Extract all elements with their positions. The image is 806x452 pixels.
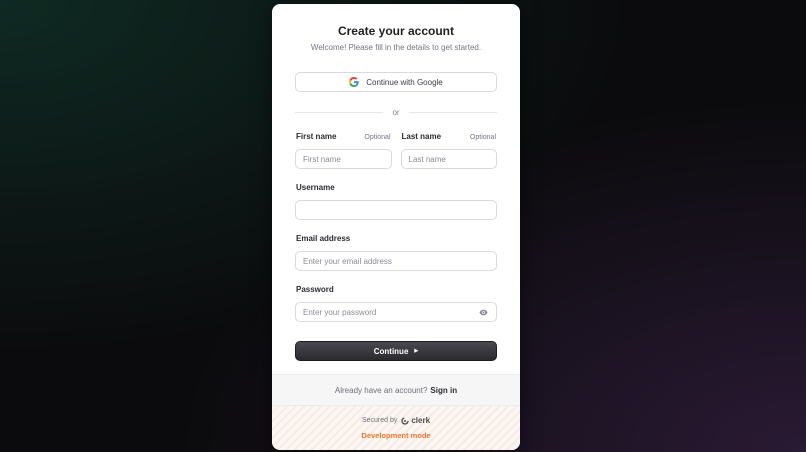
password-label: Password [296, 285, 334, 294]
secured-by-text: Secured by [361, 417, 398, 424]
username-field: Username [295, 183, 497, 220]
last-name-field: Last name Optional [400, 132, 498, 169]
last-name-label: Last name [401, 132, 442, 141]
sign-in-link[interactable]: Sign in [430, 386, 457, 395]
clerk-icon [401, 416, 410, 425]
or-divider: or [295, 102, 497, 122]
username-label: Username [296, 183, 335, 192]
arrow-right-icon: ▶ [414, 348, 419, 354]
last-name-input[interactable] [408, 154, 489, 164]
password-input[interactable] [303, 307, 489, 317]
signup-form: Create your account Welcome! Please fill… [272, 24, 520, 361]
signup-card: Create your account Welcome! Please fill… [272, 4, 520, 450]
signin-prompt-text: Already have an account? [334, 385, 428, 395]
first-name-optional: Optional [364, 134, 391, 141]
email-label: Email address [296, 234, 351, 243]
password-label-row: Password [295, 285, 497, 296]
username-input[interactable] [303, 205, 489, 215]
email-label-row: Email address [295, 234, 497, 245]
name-row: First name Optional Last name Optional [295, 132, 497, 169]
password-input-wrapper [295, 302, 497, 322]
secured-by: Secured by clerk [272, 416, 520, 425]
last-name-label-row: Last name Optional [401, 132, 498, 143]
email-field: Email address [295, 234, 497, 271]
signin-footer: Already have an account? Sign in [272, 374, 520, 405]
username-label-row: Username [295, 183, 497, 194]
first-name-label-row: First name Optional [295, 132, 392, 143]
email-input-wrapper [295, 251, 497, 271]
divider-line-right [408, 111, 497, 113]
last-name-optional: Optional [469, 134, 496, 141]
first-name-input[interactable] [303, 154, 384, 164]
eye-icon[interactable] [479, 308, 488, 317]
continue-with-google-button[interactable]: Continue with Google [295, 72, 497, 92]
continue-button-label: Continue [373, 346, 409, 356]
email-input[interactable] [303, 256, 489, 266]
username-input-wrapper [295, 200, 497, 220]
google-button-label: Continue with Google [366, 77, 443, 87]
page-subtitle: Welcome! Please fill in the details to g… [310, 43, 482, 52]
divider-line-left [295, 111, 384, 113]
development-mode-badge: Development mode [361, 431, 431, 440]
clerk-logo[interactable]: clerk [401, 416, 430, 425]
clerk-brand: clerk [411, 416, 431, 425]
page-title: Create your account [337, 24, 455, 38]
first-name-field: First name Optional [295, 132, 392, 169]
dev-footer: Secured by clerk Development mode [272, 405, 520, 450]
last-name-input-wrapper [400, 149, 497, 169]
google-icon [349, 77, 359, 87]
continue-button[interactable]: Continue ▶ [295, 341, 497, 361]
divider-text: or [392, 107, 400, 117]
first-name-input-wrapper [295, 149, 392, 169]
first-name-label: First name [296, 132, 337, 141]
password-field: Password [295, 285, 497, 322]
